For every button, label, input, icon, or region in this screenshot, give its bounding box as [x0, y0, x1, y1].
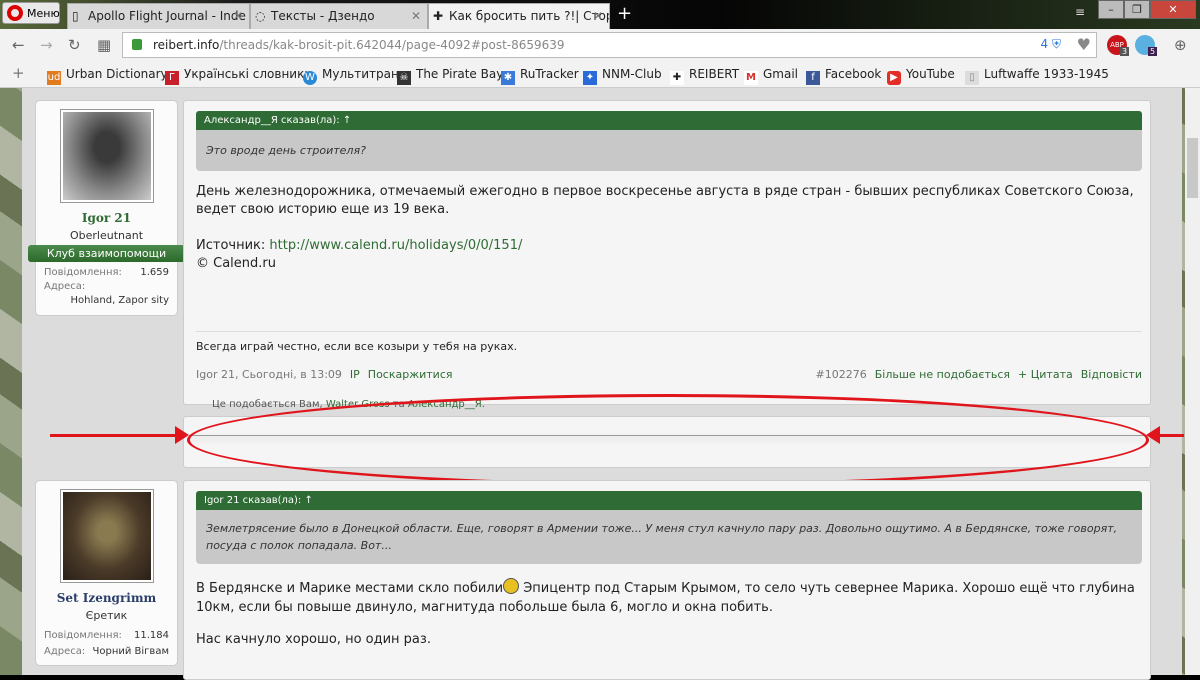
address-bar[interactable]: reibert.info/threads/kak-brosit-pit.6420…	[122, 32, 1097, 58]
speed-dial-icon[interactable]: ▦	[97, 36, 111, 54]
close-tab-icon[interactable]: ✕	[411, 9, 421, 23]
back-button[interactable]: ←	[12, 36, 25, 54]
slovnyky-icon: Г	[165, 71, 179, 85]
user-title: Єретик	[85, 609, 128, 622]
shield-icon: ⛨	[1051, 37, 1061, 51]
tab-bar: Меню ▯ Apollo Flight Journal - Inde ✕ ◌ Тек…	[0, 0, 1200, 29]
ip-link[interactable]: IP	[350, 368, 360, 381]
forward-button[interactable]: →	[40, 36, 53, 54]
bookmark-pirate-bay[interactable]: ☠ The Pirate Bay	[397, 67, 503, 85]
red-arrow-right-icon	[50, 426, 189, 444]
source-link[interactable]: http://www.calend.ru/holidays/0/0/151/	[269, 238, 522, 253]
bookmarks-bar: + ud Urban Dictionary Г Українські словник…	[0, 61, 1200, 88]
close-window-button[interactable]: ✕	[1150, 0, 1196, 19]
quote-header[interactable]: Igor 21 сказав(ла): ↑	[196, 491, 1142, 510]
scrollbar-thumb[interactable]	[1187, 138, 1198, 198]
bookmark-luftwaffe[interactable]: ▯ Luftwaffe 1933-1945	[965, 67, 1109, 85]
post-text: Нас качнуло хорошо, но один раз.	[196, 632, 431, 647]
bookmark-slovnyky[interactable]: Г Українські словники	[165, 67, 312, 85]
red-arrow-left-icon	[1146, 426, 1184, 444]
close-tab-icon[interactable]: ✕	[233, 9, 243, 23]
username[interactable]: Igor 21	[36, 211, 177, 225]
minimize-button[interactable]: –	[1098, 0, 1124, 19]
post-number[interactable]: #102276	[816, 368, 867, 381]
post-text: В Бердянске и Марике местами скло побили…	[196, 578, 1138, 617]
reply-link[interactable]: Відповісти	[1081, 368, 1142, 381]
scrollbar[interactable]	[1185, 88, 1200, 675]
bookmark-multitran[interactable]: W Мультитран	[303, 67, 399, 85]
heart-icon[interactable]: ♥	[1077, 35, 1091, 54]
restore-button[interactable]: ❐	[1124, 0, 1150, 19]
post-author-date[interactable]: Igor 21, Сьогодні, в 13:09	[196, 368, 342, 381]
urban-dictionary-icon: ud	[47, 71, 61, 85]
tab-active[interactable]: ✚ Как бросить пить ?!| Сторі ✕	[428, 3, 610, 29]
unlike-link[interactable]: Більше не подобається	[875, 368, 1010, 381]
post-message: Александр__Я сказав(ла): ↑ Это вроде ден…	[183, 100, 1151, 410]
reload-button[interactable]: ↻	[68, 36, 81, 54]
quote-header[interactable]: Александр__Я сказав(ла): ↑	[196, 111, 1142, 130]
avatar[interactable]	[59, 109, 154, 203]
username[interactable]: Set Izengrimm	[36, 591, 177, 605]
bookmark-youtube[interactable]: ▶ YouTube	[887, 67, 955, 85]
nnm-club-icon: ✦	[583, 71, 597, 85]
avatar[interactable]	[59, 489, 154, 583]
report-link[interactable]: Поскаржитися	[368, 368, 453, 381]
user-banner: Клуб взаимопомощи	[28, 245, 185, 262]
bookmark-reibert[interactable]: ✚ REIBERT	[670, 67, 739, 85]
download-icon[interactable]: ⊕	[1174, 36, 1187, 54]
facebook-icon: f	[806, 71, 820, 85]
post-message: Igor 21 сказав(ла): ↑ Землетрясение было…	[183, 480, 1151, 680]
tab-apollo[interactable]: ▯ Apollo Flight Journal - Inde ✕	[67, 3, 250, 29]
toolbar: ← → ↻ ▦ reibert.info/threads/kak-brosit-…	[0, 29, 1200, 61]
bookmark-facebook[interactable]: f Facebook	[806, 67, 881, 85]
opera-menu-button[interactable]: Меню	[2, 2, 60, 24]
tab-dzendo[interactable]: ◌ Тексты - Дзендо ✕	[250, 3, 428, 29]
user-card: Igor 21 Oberleutnant Клуб взаимопомощи П…	[28, 100, 185, 316]
reibert-icon: ✚	[670, 71, 684, 85]
loading-icon: ◌	[255, 9, 266, 23]
post-text: День железнодорожника, отмечаемый ежегод…	[196, 184, 1134, 217]
bookmark-urban-dictionary[interactable]: ud Urban Dictionary	[47, 67, 168, 85]
pirate-bay-icon: ☠	[397, 71, 411, 85]
copyright: © Calend.ru	[196, 256, 276, 271]
multitran-icon: W	[303, 71, 317, 85]
ghostery-badge: 5	[1148, 47, 1158, 56]
user-stat: Адреса:	[44, 281, 86, 292]
smiley-icon	[503, 578, 520, 594]
user-stat: Адреса: Чорний Вігвам	[44, 646, 169, 657]
user-location: Hohland, Zapor sity	[70, 295, 170, 306]
post-meta: Igor 21, Сьогодні, в 13:09 IP Поскаржитися…	[196, 368, 1142, 381]
user-stat: Повідомлення: 11.184	[44, 630, 169, 641]
abp-badge: 3	[1120, 47, 1130, 56]
reibert-cross-icon: ✚	[433, 9, 444, 23]
page-icon: ▯	[965, 71, 979, 85]
user-title: Oberleutnant	[69, 229, 144, 242]
quote-link[interactable]: + Цитата	[1018, 368, 1073, 381]
bookmark-rutracker[interactable]: ✱ RuTracker	[501, 67, 579, 85]
user-card: Set Izengrimm Єретик Повідомлення: 11.184…	[35, 480, 178, 666]
signature: Всегда играй честно, если все козыри у т…	[196, 331, 1142, 353]
user-stat: Повідомлення: 1.659	[44, 267, 169, 278]
new-tab-button[interactable]: +	[617, 3, 632, 24]
close-tab-icon[interactable]: ✕	[593, 9, 603, 23]
add-bookmark-button[interactable]: +	[12, 64, 25, 82]
lock-icon	[132, 39, 142, 50]
gmail-icon: M	[744, 71, 758, 85]
red-ellipse-annotation	[187, 394, 1149, 486]
page-icon: ▯	[72, 9, 79, 23]
quote-body: Землетрясение было в Донецкой области. Е…	[196, 510, 1142, 564]
tab-menu-icon[interactable]: ≡	[1075, 5, 1085, 19]
tracker-badge[interactable]: 4 ⛨	[1041, 37, 1061, 52]
youtube-icon: ▶	[887, 71, 901, 85]
bookmark-nnm-club[interactable]: ✦ NNM-Club	[583, 67, 662, 85]
bookmark-gmail[interactable]: M Gmail	[744, 67, 798, 85]
quote-body: Это вроде день строителя?	[196, 130, 1142, 171]
opera-logo-icon	[7, 5, 23, 21]
rutracker-icon: ✱	[501, 71, 515, 85]
post-source: Источник: http://www.calend.ru/holidays/…	[196, 238, 523, 253]
